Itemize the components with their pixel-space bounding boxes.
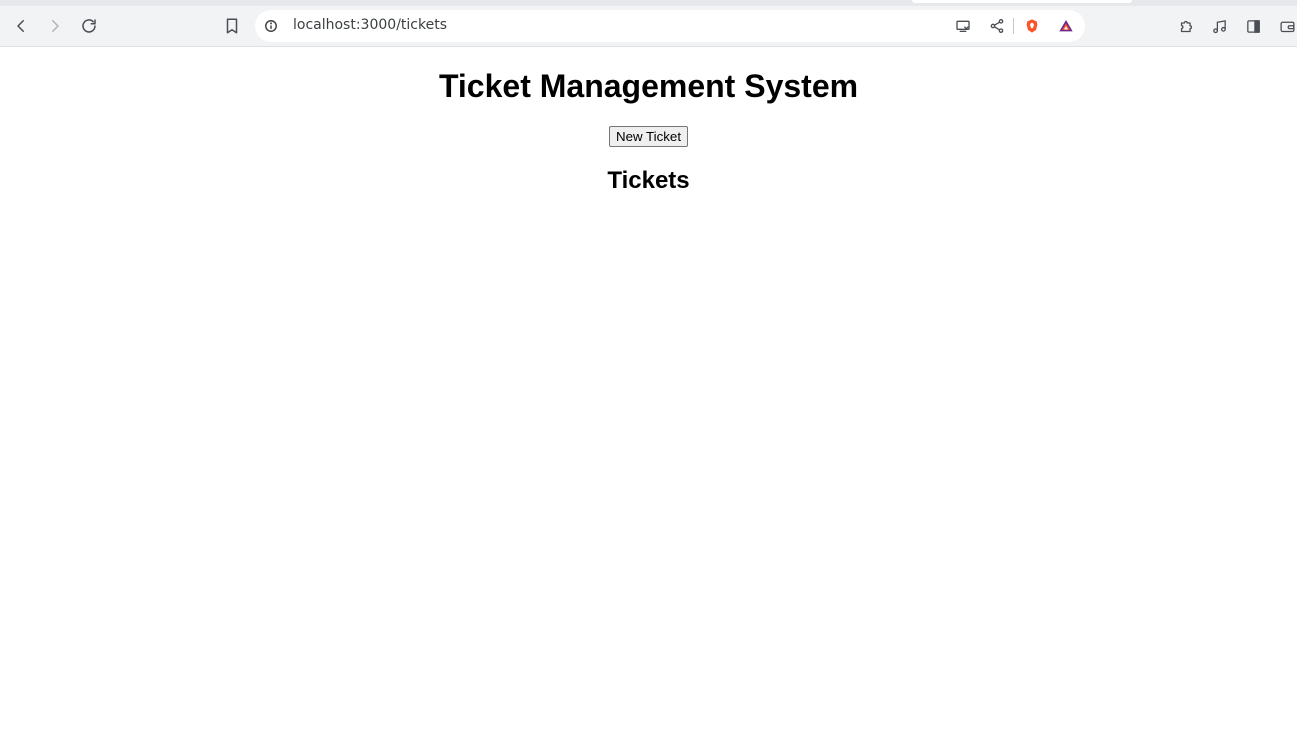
- page-content: Ticket Management System New Ticket Tick…: [0, 47, 1297, 745]
- wallet-button[interactable]: [1277, 16, 1297, 36]
- bookmark-icon: [226, 18, 238, 34]
- sidebar-icon: [1246, 19, 1260, 33]
- cast-icon: [956, 20, 970, 32]
- new-ticket-button[interactable]: New Ticket: [608, 126, 689, 147]
- bookmark-button[interactable]: [219, 13, 245, 39]
- share-button[interactable]: [988, 17, 1006, 35]
- music-note-icon: [1212, 19, 1226, 33]
- wallet-icon: [1279, 21, 1295, 32]
- chevron-right-icon: [52, 20, 59, 32]
- reload-button[interactable]: [76, 13, 102, 39]
- url-text[interactable]: localhost:3000/tickets: [293, 17, 447, 33]
- info-circle-icon: [265, 20, 277, 32]
- address-bar[interactable]: localhost:3000/tickets: [255, 10, 1085, 42]
- reload-icon: [82, 19, 96, 33]
- media-controls-button[interactable]: [1209, 16, 1229, 36]
- brave-shield-icon: [1026, 19, 1038, 33]
- address-bar-divider: [1013, 18, 1014, 34]
- sidebar-toggle-button[interactable]: [1243, 16, 1263, 36]
- page-title: Ticket Management System: [438, 68, 859, 104]
- chevron-left-icon: [17, 20, 24, 32]
- extensions-button[interactable]: [1176, 16, 1196, 36]
- brave-rewards-button[interactable]: [1057, 17, 1075, 35]
- share-icon: [990, 19, 1004, 33]
- browser-toolbar: localhost:3000/tickets: [0, 0, 1297, 47]
- active-tab-edge[interactable]: [912, 0, 1132, 3]
- tickets-heading: Tickets: [607, 167, 690, 194]
- site-info-button[interactable]: [263, 18, 279, 34]
- cast-button[interactable]: [954, 17, 972, 35]
- forward-button[interactable]: [42, 13, 68, 39]
- back-button[interactable]: [8, 13, 34, 39]
- brave-rewards-icon: [1059, 20, 1073, 32]
- puzzle-icon: [1180, 20, 1192, 32]
- brave-shields-button[interactable]: [1023, 17, 1041, 35]
